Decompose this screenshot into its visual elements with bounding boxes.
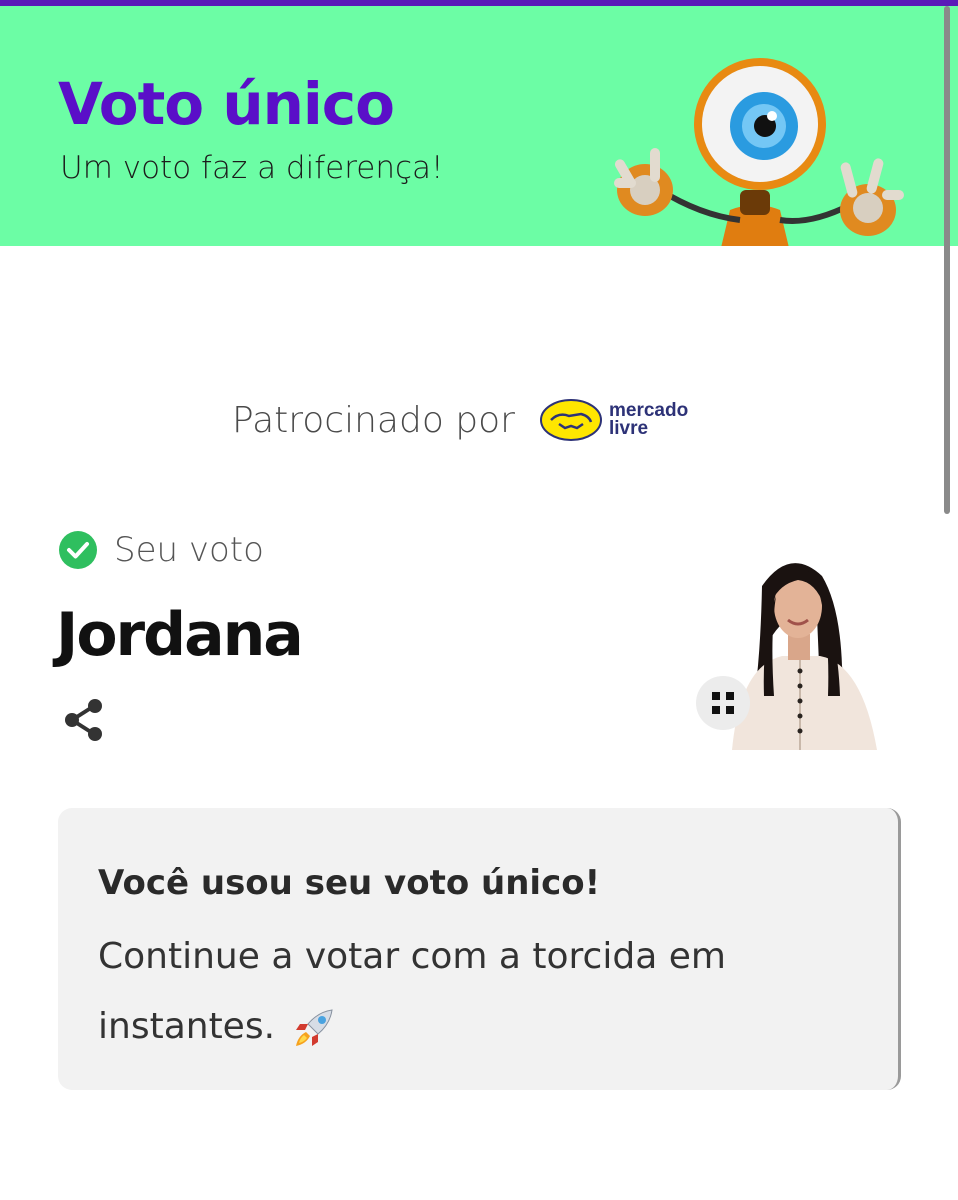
handshake-icon	[539, 399, 602, 441]
vote-confirmation-card: Você usou seu voto único! Continue a vot…	[58, 808, 901, 1090]
vote-status: Seu voto	[58, 530, 264, 570]
check-circle-icon	[59, 531, 97, 569]
share-icon[interactable]	[62, 697, 106, 743]
card-message: Continue a votar com a torcida em instan…	[98, 922, 818, 1062]
page-title: Voto único	[58, 70, 395, 138]
header-banner: Voto único Um voto faz a diferença!	[0, 6, 958, 246]
sponsor-label: Patrocinado por	[232, 399, 515, 441]
expand-icon	[712, 692, 734, 714]
mercado-livre-wordmark: mercado livre	[608, 401, 688, 439]
scrollbar[interactable]	[944, 6, 950, 514]
rocket-icon	[296, 1009, 334, 1046]
candidate-name: Jordana	[56, 600, 304, 670]
page-subtitle: Um voto faz a diferença!	[60, 150, 444, 186]
mercado-livre-logo[interactable]: mercado livre	[539, 398, 688, 442]
expand-photo-button[interactable]	[696, 676, 750, 730]
brand-line-2: livre	[608, 418, 649, 439]
sponsor-row: Patrocinado por mercado livre	[232, 390, 688, 450]
card-body-text: Continue a votar com a torcida em instan…	[98, 936, 726, 1047]
card-title: Você usou seu voto único!	[98, 863, 601, 903]
mascot-icon	[614, 58, 904, 246]
vote-status-label: Seu voto	[114, 530, 264, 570]
